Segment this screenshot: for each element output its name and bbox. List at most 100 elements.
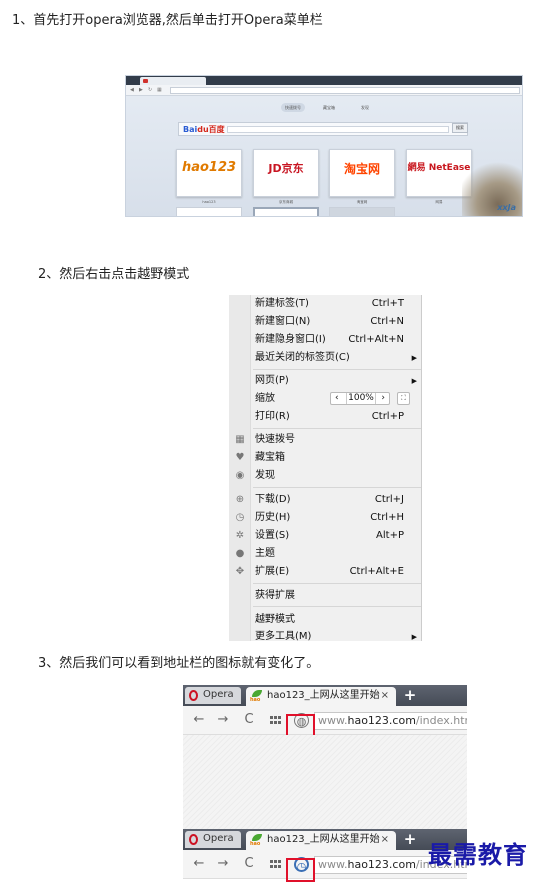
speed-dial-empty[interactable]: [176, 207, 242, 216]
speed-dial-icon: ▦: [235, 434, 245, 445]
icon-highlight-box: [286, 858, 315, 882]
dial-caption: 淘宝网: [356, 200, 368, 204]
menu-item[interactable]: ⊕ 下载(D) Ctrl+J: [229, 491, 421, 509]
speed-dial-hao123[interactable]: hao123: [176, 149, 242, 197]
menu-item-shortcut: Ctrl+H: [370, 512, 404, 523]
eye-icon: ◉: [235, 470, 245, 481]
step-3-text: 3、然后我们可以看到地址栏的图标就有变化了。: [38, 656, 320, 671]
gear-icon: ✲: [235, 530, 245, 541]
menu-item-label: 最近关闭的标签页(C): [255, 352, 350, 363]
menu-item-label: 新建标签(T): [255, 298, 309, 309]
menu-separator: [253, 487, 421, 488]
menu-item[interactable]: 网页(P) ▶: [229, 372, 421, 390]
opera-menu-tab[interactable]: Opera: [185, 687, 241, 704]
menu-item[interactable]: 打印(R) Ctrl+P: [229, 408, 421, 426]
menu-separator: [253, 369, 421, 370]
menu-item[interactable]: 新建窗口(N) Ctrl+N: [229, 313, 421, 331]
menu-separator: [253, 428, 421, 429]
menu-item-label: 历史(H): [255, 512, 291, 523]
reload-icon[interactable]: C: [241, 856, 257, 872]
active-tab[interactable]: hao hao123_上网从这里开始 ×: [246, 687, 396, 706]
baidu-search-bar: Baidu百度: [178, 122, 468, 136]
puzzle-icon: ✥: [235, 566, 245, 577]
browser-tab[interactable]: [140, 77, 206, 85]
baidu-search-button[interactable]: 搜索: [452, 123, 468, 133]
menu-item[interactable]: ✲ 设置(S) Alt+P: [229, 527, 421, 545]
menu-item[interactable]: 获得扩展: [229, 587, 421, 605]
speed-dial-jd[interactable]: JD京东: [253, 149, 319, 197]
tab-strip: Opera hao hao123_上网从这里开始 × +: [183, 829, 467, 850]
browser-toolbar: ◀ ▶ ↻ ▦: [126, 85, 522, 96]
zoom-control: ‹ 100% ›: [330, 392, 390, 405]
hao123-favicon: hao: [250, 690, 264, 703]
pill-discover[interactable]: 发现: [357, 103, 373, 112]
menu-item[interactable]: 更多工具(M) ▶: [229, 628, 421, 641]
new-tab-button[interactable]: +: [399, 687, 421, 704]
opera-menu-tab[interactable]: Opera: [185, 831, 241, 848]
reload-icon[interactable]: C: [241, 712, 257, 728]
menu-item[interactable]: 最近关闭的标签页(C) ▶: [229, 349, 421, 367]
menu-item-label: 新建隐身窗口(I): [255, 334, 326, 345]
menu-item-label: 网页(P): [255, 375, 289, 386]
menu-item-label: 打印(R): [255, 411, 290, 422]
opera-menu-label: Opera: [203, 689, 234, 700]
tab-strip: [126, 76, 522, 85]
close-tab-icon[interactable]: ×: [381, 689, 389, 703]
menu-item[interactable]: 越野模式: [229, 611, 421, 629]
opera-menu-label: Opera: [203, 833, 234, 844]
menu-separator: [253, 583, 421, 584]
zoom-in-button[interactable]: ›: [381, 393, 385, 404]
tab-title: hao123_上网从这里开始: [267, 690, 380, 701]
menu-item[interactable]: ✥ 扩展(E) Ctrl+Alt+E: [229, 563, 421, 581]
speed-dial-add[interactable]: [329, 207, 395, 216]
back-icon[interactable]: ◀: [130, 87, 135, 93]
submenu-arrow-icon: ▶: [411, 633, 417, 641]
menu-item[interactable]: ♥ 藏宝箱: [229, 449, 421, 467]
menu-item-label: 主题: [255, 548, 275, 559]
menu-item[interactable]: 新建隐身窗口(I) Ctrl+Alt+N: [229, 331, 421, 349]
speed-dial-grid-icon[interactable]: [270, 860, 281, 869]
menu-item-label: 缩放: [255, 393, 275, 404]
back-icon[interactable]: ←: [191, 712, 207, 728]
new-tab-button[interactable]: +: [399, 831, 421, 848]
tab-title: hao123_上网从这里开始: [267, 834, 380, 845]
submenu-arrow-icon: ▶: [411, 354, 417, 362]
menu-item-shortcut: Ctrl+P: [371, 411, 404, 422]
forward-icon[interactable]: →: [215, 712, 231, 728]
speed-dial-selected[interactable]: [253, 207, 319, 216]
speed-dial-grid-icon[interactable]: [270, 716, 281, 725]
back-icon[interactable]: ←: [191, 856, 207, 872]
forward-icon[interactable]: →: [215, 856, 231, 872]
baidu-search-input[interactable]: [227, 126, 449, 133]
pill-stash[interactable]: 藏宝箱: [319, 103, 339, 112]
speed-dial-taobao[interactable]: 淘宝网: [329, 149, 395, 197]
reload-icon[interactable]: ↻: [148, 87, 153, 93]
menu-item-label: 快速拨号: [255, 434, 295, 445]
close-tab-icon[interactable]: ×: [381, 833, 389, 847]
menu-item-shortcut: Ctrl+Alt+E: [349, 566, 404, 577]
address-field[interactable]: www.hao123.com/index.html: [314, 712, 467, 730]
drop-icon: ●: [235, 548, 245, 559]
menu-item[interactable]: 缩放 ‹ 100% › ⛶: [229, 390, 421, 408]
active-tab[interactable]: hao hao123_上网从这里开始 ×: [246, 831, 396, 850]
pill-speed-dial[interactable]: 快速拨号: [281, 103, 305, 112]
opera-icon: [143, 79, 148, 83]
menu-item-label: 下载(D): [255, 494, 291, 505]
forward-icon[interactable]: ▶: [139, 87, 144, 93]
menu-item[interactable]: ◉ 发现: [229, 467, 421, 485]
heart-icon: ♥: [235, 452, 245, 463]
menu-item[interactable]: 新建标签(T) Ctrl+T: [229, 295, 421, 313]
menu-item[interactable]: ◷ 历史(H) Ctrl+H: [229, 509, 421, 527]
opera-icon: [189, 690, 198, 701]
address-bar-before: Opera hao hao123_上网从这里开始 × + ← → C ◍ www…: [183, 685, 467, 847]
speed-dial-icon[interactable]: ▦: [157, 87, 162, 93]
dial-caption: 京东商城: [279, 200, 293, 204]
menu-item[interactable]: ● 主题: [229, 545, 421, 563]
menu-item-label: 更多工具(M): [255, 631, 312, 641]
fullscreen-icon[interactable]: ⛶: [397, 392, 410, 405]
zoom-out-button[interactable]: ‹: [335, 393, 339, 404]
menu-item[interactable]: ▦ 快速拨号: [229, 431, 421, 449]
jd-logo: JD京东: [268, 162, 304, 175]
address-bar[interactable]: [170, 87, 520, 94]
opera-context-menu: 新建标签(T) Ctrl+T 新建窗口(N) Ctrl+N 新建隐身窗口(I) Ctrl+…: [229, 295, 422, 641]
